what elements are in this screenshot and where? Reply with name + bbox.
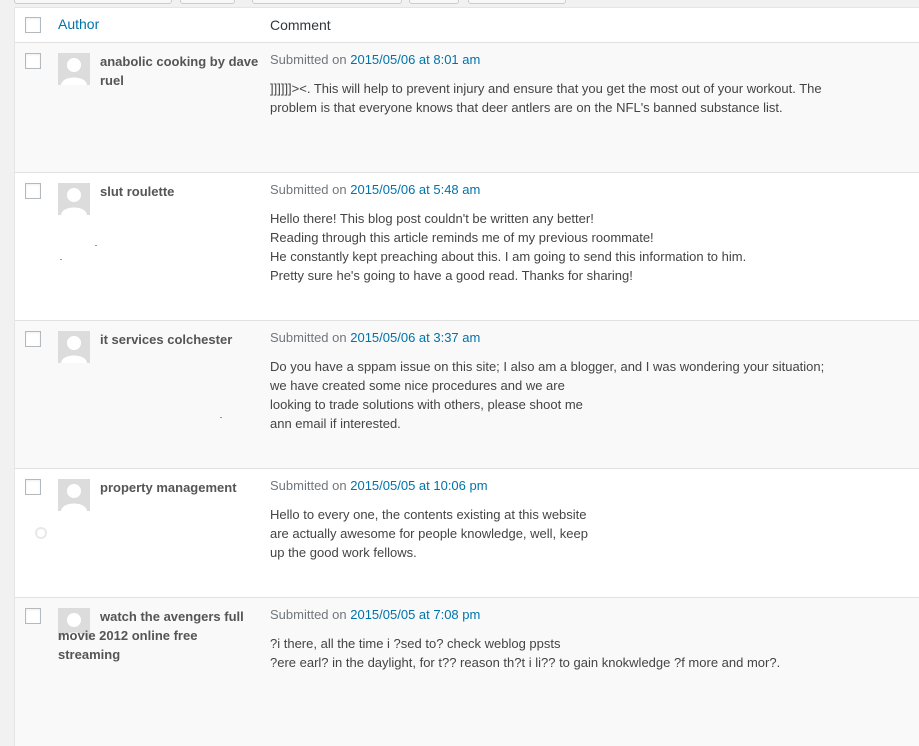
comment-line: Hello there! This blog post couldn't be … bbox=[270, 211, 594, 226]
author-column-sort-link[interactable]: Author bbox=[58, 16, 99, 32]
filter-button[interactable] bbox=[409, 0, 459, 4]
comment-column-header: Comment bbox=[270, 17, 331, 33]
comment-date-link[interactable]: 2015/05/06 at 3:37 am bbox=[350, 330, 480, 345]
comments-table: Author Comment anabolic cooking by dave … bbox=[14, 7, 919, 746]
comment-text: ?i there, all the time i ?sed to? check … bbox=[270, 634, 890, 672]
row-action-remnant bbox=[35, 527, 47, 539]
comment-line: ?ere earl? in the daylight, for t?? reas… bbox=[270, 655, 781, 670]
comment-text: ]]]]]]><. This will help to prevent inju… bbox=[270, 79, 890, 117]
avatar bbox=[58, 53, 90, 85]
comment-author: slut roulette bbox=[100, 184, 175, 199]
comment-row: it services colchester Submitted on 2015… bbox=[15, 321, 919, 469]
row-checkbox[interactable] bbox=[25, 479, 41, 495]
submitted-prefix: Submitted on bbox=[270, 478, 347, 493]
avatar bbox=[58, 331, 90, 363]
avatar bbox=[58, 479, 90, 511]
avatar bbox=[58, 183, 90, 215]
comment-line: ?i there, all the time i ?sed to? check … bbox=[270, 636, 561, 651]
row-checkbox[interactable] bbox=[25, 331, 41, 347]
row-checkbox[interactable] bbox=[25, 183, 41, 199]
row-action-remnant bbox=[95, 245, 97, 246]
comment-line: problem is that everyone knows that deer… bbox=[270, 100, 783, 115]
comment-row: anabolic cooking by dave ruel Submitted … bbox=[15, 43, 919, 173]
comment-line: we have created some nice procedures and… bbox=[270, 378, 565, 393]
comment-author: property management bbox=[100, 480, 237, 495]
row-action-remnant bbox=[220, 417, 222, 418]
table-header: Author Comment bbox=[15, 8, 919, 43]
empty-spam-button[interactable] bbox=[468, 0, 566, 4]
submitted-prefix: Submitted on bbox=[270, 330, 347, 345]
comment-row: property management Submitted on 2015/05… bbox=[15, 469, 919, 598]
comment-text: Hello to every one, the contents existin… bbox=[270, 505, 890, 562]
select-all-checkbox[interactable] bbox=[25, 17, 41, 33]
comment-line: ]]]]]]><. This will help to prevent inju… bbox=[270, 81, 822, 96]
comment-date-link[interactable]: 2015/05/05 at 7:08 pm bbox=[350, 607, 480, 622]
comment-row: watch the avengers full movie 2012 onlin… bbox=[15, 598, 919, 746]
row-checkbox[interactable] bbox=[25, 608, 41, 624]
comment-line: are actually awesome for people knowledg… bbox=[270, 526, 588, 541]
comment-date-link[interactable]: 2015/05/06 at 8:01 am bbox=[350, 52, 480, 67]
submitted-prefix: Submitted on bbox=[270, 607, 347, 622]
row-checkbox[interactable] bbox=[25, 53, 41, 69]
comment-author: anabolic cooking by dave ruel bbox=[100, 54, 259, 88]
bulk-apply-button[interactable] bbox=[180, 0, 235, 4]
comment-line: ann email if interested. bbox=[270, 416, 401, 431]
comment-row: slut roulette Submitted on 2015/05/06 at… bbox=[15, 173, 919, 321]
comment-line: Reading through this article reminds me … bbox=[270, 230, 654, 245]
comment-text: Do you have a sppam issue on this site; … bbox=[270, 357, 890, 433]
comment-submitted: Submitted on 2015/05/06 at 3:37 am bbox=[270, 330, 480, 345]
comment-type-filter[interactable] bbox=[252, 0, 402, 4]
comment-submitted: Submitted on 2015/05/05 at 7:08 pm bbox=[270, 607, 480, 622]
comment-date-link[interactable]: 2015/05/05 at 10:06 pm bbox=[350, 478, 487, 493]
submitted-prefix: Submitted on bbox=[270, 52, 347, 67]
comment-line: up the good work fellows. bbox=[270, 545, 417, 560]
comment-line: Hello to every one, the contents existin… bbox=[270, 507, 587, 522]
comment-line: Pretty sure he's going to have a good re… bbox=[270, 268, 633, 283]
comment-submitted: Submitted on 2015/05/06 at 5:48 am bbox=[270, 182, 480, 197]
comment-submitted: Submitted on 2015/05/06 at 8:01 am bbox=[270, 52, 480, 67]
comment-line: looking to trade solutions with others, … bbox=[270, 397, 583, 412]
comment-line: Do you have a sppam issue on this site; … bbox=[270, 359, 825, 374]
comment-line: He constantly kept preaching about this.… bbox=[270, 249, 747, 264]
bulk-actions-select[interactable] bbox=[14, 0, 172, 4]
submitted-prefix: Submitted on bbox=[270, 182, 347, 197]
comment-author: watch the avengers full movie 2012 onlin… bbox=[58, 609, 244, 662]
comment-submitted: Submitted on 2015/05/05 at 10:06 pm bbox=[270, 478, 488, 493]
comment-author: it services colchester bbox=[100, 332, 233, 347]
row-action-remnant bbox=[60, 259, 62, 260]
comment-text: Hello there! This blog post couldn't be … bbox=[270, 209, 890, 285]
comment-date-link[interactable]: 2015/05/06 at 5:48 am bbox=[350, 182, 480, 197]
